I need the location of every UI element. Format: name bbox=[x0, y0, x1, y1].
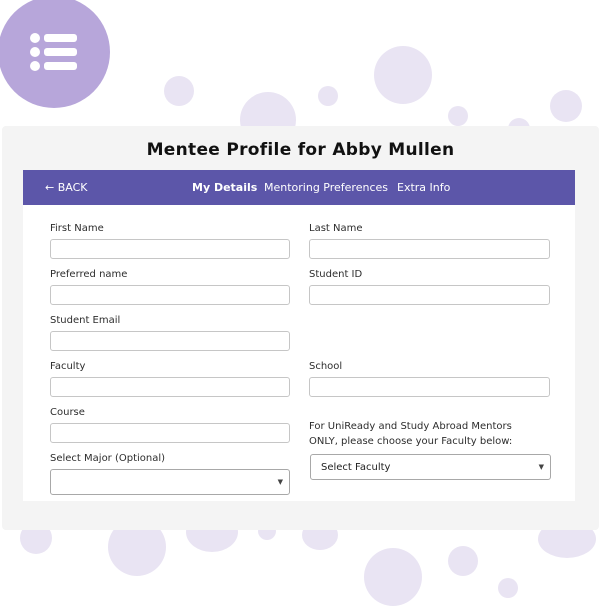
decor-bubble bbox=[448, 106, 468, 126]
menu-button[interactable] bbox=[0, 0, 110, 108]
decor-bubble bbox=[364, 548, 422, 606]
decor-bubble bbox=[318, 86, 338, 106]
last-name-label: Last Name bbox=[309, 223, 363, 234]
faculty-label: Faculty bbox=[50, 361, 86, 372]
caret-down-icon: ▼ bbox=[538, 463, 544, 471]
school-input[interactable] bbox=[309, 377, 550, 397]
profile-nav-bar: ← BACK My Details Mentoring Preferences … bbox=[23, 170, 575, 205]
preferred-name-input[interactable] bbox=[50, 285, 290, 305]
profile-card: Mentee Profile for Abby Mullen ← BACK My… bbox=[2, 126, 599, 530]
back-link[interactable]: ← BACK bbox=[45, 181, 88, 194]
unready-faculty-label-line2: ONLY, please choose your Faculty below: bbox=[309, 436, 513, 447]
decor-bubble bbox=[164, 76, 194, 106]
student-id-label: Student ID bbox=[309, 269, 363, 280]
tab-my-details[interactable]: My Details bbox=[192, 181, 257, 194]
unready-faculty-selected-value: Select Faculty bbox=[321, 462, 391, 473]
student-id-input[interactable] bbox=[309, 285, 550, 305]
major-label: Select Major (Optional) bbox=[50, 453, 166, 464]
tab-extra-info[interactable]: Extra Info bbox=[397, 181, 450, 194]
course-input[interactable] bbox=[50, 423, 290, 443]
major-select[interactable]: ▼ bbox=[50, 469, 290, 495]
page-title: Mentee Profile for Abby Mullen bbox=[146, 140, 455, 160]
decor-bubble bbox=[448, 546, 478, 576]
list-menu-icon bbox=[30, 33, 77, 71]
school-label: School bbox=[309, 361, 343, 372]
tab-mentoring-preferences[interactable]: Mentoring Preferences bbox=[264, 181, 388, 194]
decor-bubble bbox=[498, 578, 518, 598]
first-name-input[interactable] bbox=[50, 239, 290, 259]
first-name-label: First Name bbox=[50, 223, 104, 234]
unready-faculty-label-line1: For UniReady and Study Abroad Mentors bbox=[309, 421, 512, 432]
caret-down-icon: ▼ bbox=[277, 478, 283, 486]
student-email-input[interactable] bbox=[50, 331, 290, 351]
unready-faculty-select[interactable]: Select Faculty ▼ bbox=[310, 454, 551, 480]
preferred-name-label: Preferred name bbox=[50, 269, 128, 280]
decor-bubble bbox=[374, 46, 432, 104]
course-label: Course bbox=[50, 407, 85, 418]
student-email-label: Student Email bbox=[50, 315, 121, 326]
decor-bubble bbox=[550, 90, 582, 122]
details-form: First Name Last Name Preferred name Stud… bbox=[23, 205, 575, 501]
faculty-input[interactable] bbox=[50, 377, 290, 397]
last-name-input[interactable] bbox=[309, 239, 550, 259]
